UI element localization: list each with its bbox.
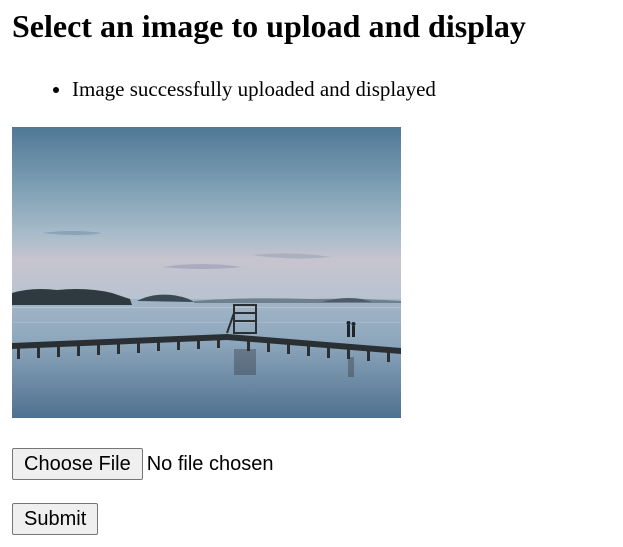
success-message: Image successfully uploaded and displaye… [72,74,436,104]
file-input[interactable]: Choose File No file chosen [12,448,273,480]
choose-file-button[interactable]: Choose File [12,448,143,480]
message-list: Image successfully uploaded and displaye… [12,74,436,104]
submit-button[interactable]: Submit [12,503,99,535]
uploaded-image-preview [12,127,401,418]
file-status-text: No file chosen [146,452,274,475]
page-title: Select an image to upload and display [12,8,526,44]
